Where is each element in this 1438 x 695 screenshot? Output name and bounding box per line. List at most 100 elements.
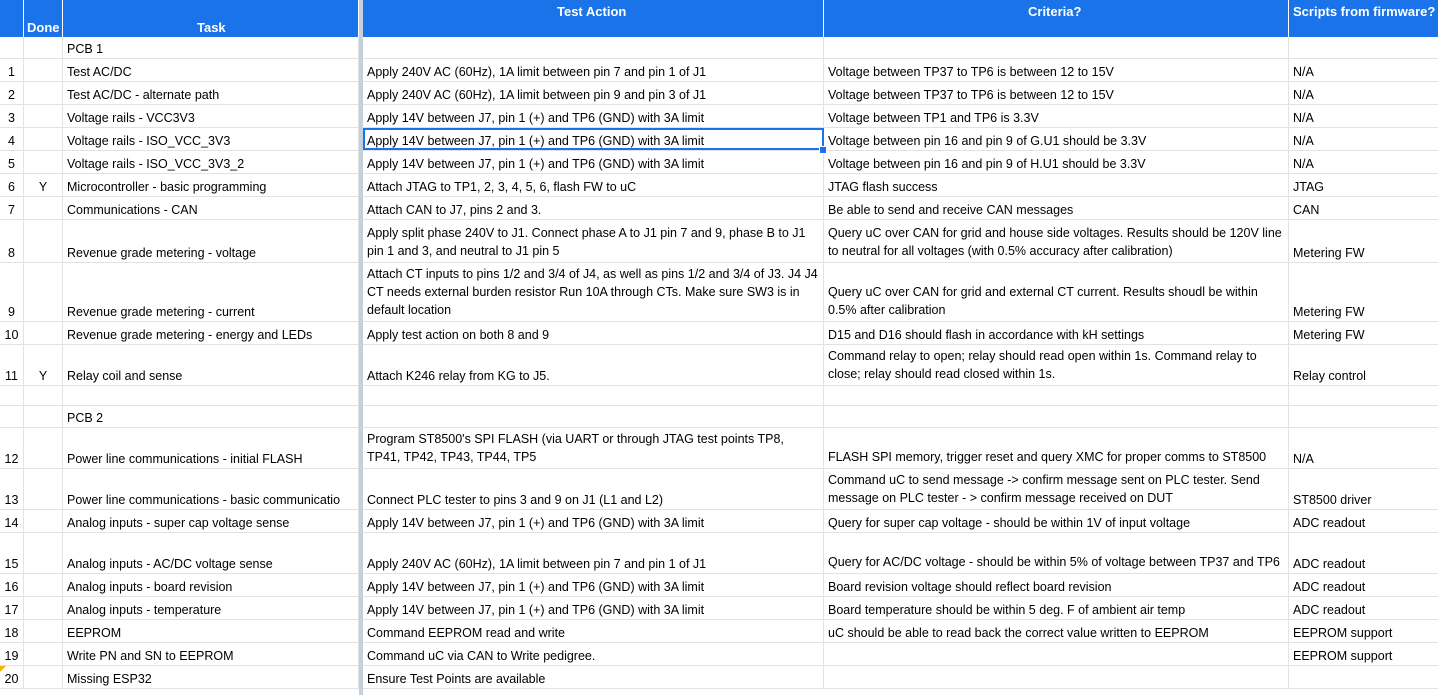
task-cell[interactable]: Power line communications - initial FLAS… (63, 428, 359, 468)
task-cell[interactable]: Test AC/DC (63, 59, 359, 81)
test-action-cell[interactable]: Connect PLC tester to pins 3 and 9 on J1… (363, 469, 824, 509)
scripts-cell[interactable]: ADC readout (1289, 533, 1438, 573)
test-action-cell[interactable]: Apply test action on both 8 and 9 (363, 322, 824, 344)
test-action-cell[interactable]: Command EEPROM read and write (363, 620, 824, 642)
test-action-cell[interactable]: Command uC via CAN to Write pedigree. (363, 643, 824, 665)
scripts-cell[interactable] (1289, 666, 1438, 688)
row-number[interactable]: 17 (0, 597, 24, 619)
row-number[interactable]: 18 (0, 620, 24, 642)
done-cell[interactable] (24, 322, 63, 344)
row-number[interactable]: 6 (0, 174, 24, 196)
task-cell[interactable]: Test AC/DC - alternate path (63, 82, 359, 104)
row-number[interactable]: 14 (0, 510, 24, 532)
criteria-cell[interactable]: Query for AC/DC voltage - should be with… (824, 533, 1289, 573)
task-cell[interactable]: Microcontroller - basic programming (63, 174, 359, 196)
task-cell[interactable]: Power line communications - basic commun… (63, 469, 359, 509)
task-cell[interactable]: Analog inputs - super cap voltage sense (63, 510, 359, 532)
done-cell[interactable] (24, 59, 63, 81)
criteria-cell[interactable] (824, 386, 1289, 405)
test-action-cell[interactable]: Attach JTAG to TP1, 2, 3, 4, 5, 6, flash… (363, 174, 824, 196)
done-cell[interactable] (24, 666, 63, 688)
done-cell[interactable] (24, 263, 63, 321)
criteria-cell[interactable]: FLASH SPI memory, trigger reset and quer… (824, 428, 1289, 468)
scripts-cell[interactable] (1289, 406, 1438, 427)
row-number[interactable]: 3 (0, 105, 24, 127)
criteria-cell[interactable]: Query uC over CAN for grid and house sid… (824, 220, 1289, 262)
criteria-cell[interactable]: Board temperature should be within 5 deg… (824, 597, 1289, 619)
header-scripts[interactable]: Scripts from firmware? (1289, 0, 1438, 37)
done-cell[interactable] (24, 469, 63, 509)
criteria-cell[interactable]: Be able to send and receive CAN messages (824, 197, 1289, 219)
test-action-cell[interactable]: Apply 14V between J7, pin 1 (+) and TP6 … (363, 510, 824, 532)
comment-indicator-icon[interactable] (0, 666, 6, 672)
test-action-cell[interactable]: Program ST8500's SPI FLASH (via UART or … (363, 428, 824, 468)
test-action-cell[interactable] (363, 406, 824, 427)
done-cell[interactable] (24, 574, 63, 596)
task-cell[interactable]: Communications - CAN (63, 197, 359, 219)
criteria-cell[interactable] (824, 643, 1289, 665)
criteria-cell[interactable]: JTAG flash success (824, 174, 1289, 196)
done-cell[interactable] (24, 220, 63, 262)
row-number[interactable]: 2 (0, 82, 24, 104)
task-cell[interactable]: EEPROM (63, 620, 359, 642)
row-number[interactable]: 16 (0, 574, 24, 596)
task-cell[interactable]: Revenue grade metering - current (63, 263, 359, 321)
criteria-cell[interactable]: Voltage between pin 16 and pin 9 of G.U1… (824, 128, 1289, 150)
selected-cell[interactable]: Apply 14V between J7, pin 1 (+) and TP6 … (363, 128, 824, 150)
frozen-column-divider[interactable] (359, 0, 363, 695)
task-cell[interactable]: Missing ESP32 (63, 666, 359, 688)
scripts-cell[interactable] (1289, 37, 1438, 58)
scripts-cell[interactable]: JTAG (1289, 174, 1438, 196)
criteria-cell[interactable]: Voltage between TP37 to TP6 is between 1… (824, 82, 1289, 104)
row-number[interactable]: 4 (0, 128, 24, 150)
test-action-cell[interactable]: Apply 240V AC (60Hz), 1A limit between p… (363, 82, 824, 104)
row-number[interactable]: 9 (0, 263, 24, 321)
fill-handle[interactable] (819, 146, 827, 154)
scripts-cell[interactable]: N/A (1289, 428, 1438, 468)
done-cell[interactable] (24, 428, 63, 468)
scripts-cell[interactable]: N/A (1289, 59, 1438, 81)
task-cell[interactable]: PCB 1 (63, 37, 359, 58)
scripts-cell[interactable]: Metering FW (1289, 322, 1438, 344)
task-cell[interactable]: Voltage rails - ISO_VCC_3V3_2 (63, 151, 359, 173)
test-action-cell[interactable] (363, 37, 824, 58)
task-cell[interactable]: PCB 2 (63, 406, 359, 427)
done-cell[interactable] (24, 128, 63, 150)
task-cell[interactable]: Analog inputs - temperature (63, 597, 359, 619)
criteria-cell[interactable] (824, 666, 1289, 688)
criteria-cell[interactable]: uC should be able to read back the corre… (824, 620, 1289, 642)
header-criteria[interactable]: Criteria? (824, 0, 1289, 37)
test-action-cell[interactable] (363, 386, 824, 405)
scripts-cell[interactable]: ST8500 driver (1289, 469, 1438, 509)
row-number[interactable]: 10 (0, 322, 24, 344)
done-cell[interactable] (24, 151, 63, 173)
test-action-cell[interactable]: Apply 240V AC (60Hz), 1A limit between p… (363, 59, 824, 81)
done-cell[interactable] (24, 386, 63, 405)
criteria-cell[interactable]: Command uC to send message -> confirm me… (824, 469, 1289, 509)
scripts-cell[interactable]: N/A (1289, 128, 1438, 150)
test-action-cell[interactable]: Apply 14V between J7, pin 1 (+) and TP6 … (363, 574, 824, 596)
row-number[interactable]: 12 (0, 428, 24, 468)
done-cell[interactable] (24, 406, 63, 427)
task-cell[interactable]: Revenue grade metering - voltage (63, 220, 359, 262)
header-test-action[interactable]: Test Action (363, 0, 824, 37)
test-action-cell[interactable]: Attach K246 relay from KG to J5. (363, 345, 824, 385)
done-cell[interactable] (24, 533, 63, 573)
scripts-cell[interactable]: Metering FW (1289, 220, 1438, 262)
criteria-cell[interactable]: Voltage between pin 16 and pin 9 of H.U1… (824, 151, 1289, 173)
row-number[interactable] (0, 386, 24, 405)
scripts-cell[interactable]: N/A (1289, 82, 1438, 104)
scripts-cell[interactable]: EEPROM support (1289, 643, 1438, 665)
done-cell[interactable] (24, 620, 63, 642)
done-cell[interactable]: Y (24, 174, 63, 196)
header-row-number[interactable] (0, 0, 24, 37)
done-cell[interactable] (24, 105, 63, 127)
scripts-cell[interactable]: ADC readout (1289, 597, 1438, 619)
scripts-cell[interactable]: ADC readout (1289, 510, 1438, 532)
row-number[interactable]: 20 (0, 666, 24, 688)
row-number[interactable]: 11 (0, 345, 24, 385)
scripts-cell[interactable] (1289, 386, 1438, 405)
row-number[interactable] (0, 37, 24, 58)
task-cell[interactable]: Analog inputs - AC/DC voltage sense (63, 533, 359, 573)
criteria-cell[interactable]: Query for super cap voltage - should be … (824, 510, 1289, 532)
